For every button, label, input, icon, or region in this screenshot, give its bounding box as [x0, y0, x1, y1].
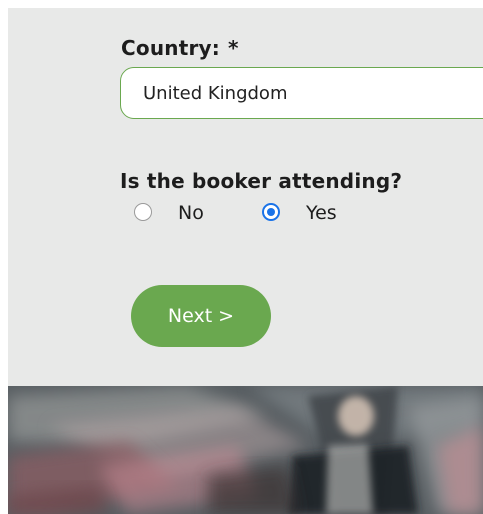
hero-photo — [8, 386, 483, 514]
country-label-text: Country: — [121, 36, 220, 60]
required-mark: * — [227, 36, 239, 60]
booker-attending-label: Is the booker attending? — [120, 169, 403, 193]
country-label: Country: * — [121, 36, 239, 60]
radio-no[interactable] — [134, 203, 152, 221]
next-button[interactable]: Next > — [131, 285, 271, 347]
blurred-crowd-photo-icon — [8, 386, 483, 514]
country-input[interactable] — [120, 67, 483, 119]
page: Country: * Is the booker attending? No Ye… — [0, 0, 483, 514]
radio-no-label[interactable]: No — [178, 202, 204, 224]
radio-yes-label[interactable]: Yes — [306, 202, 337, 224]
radio-yes[interactable] — [262, 203, 280, 221]
